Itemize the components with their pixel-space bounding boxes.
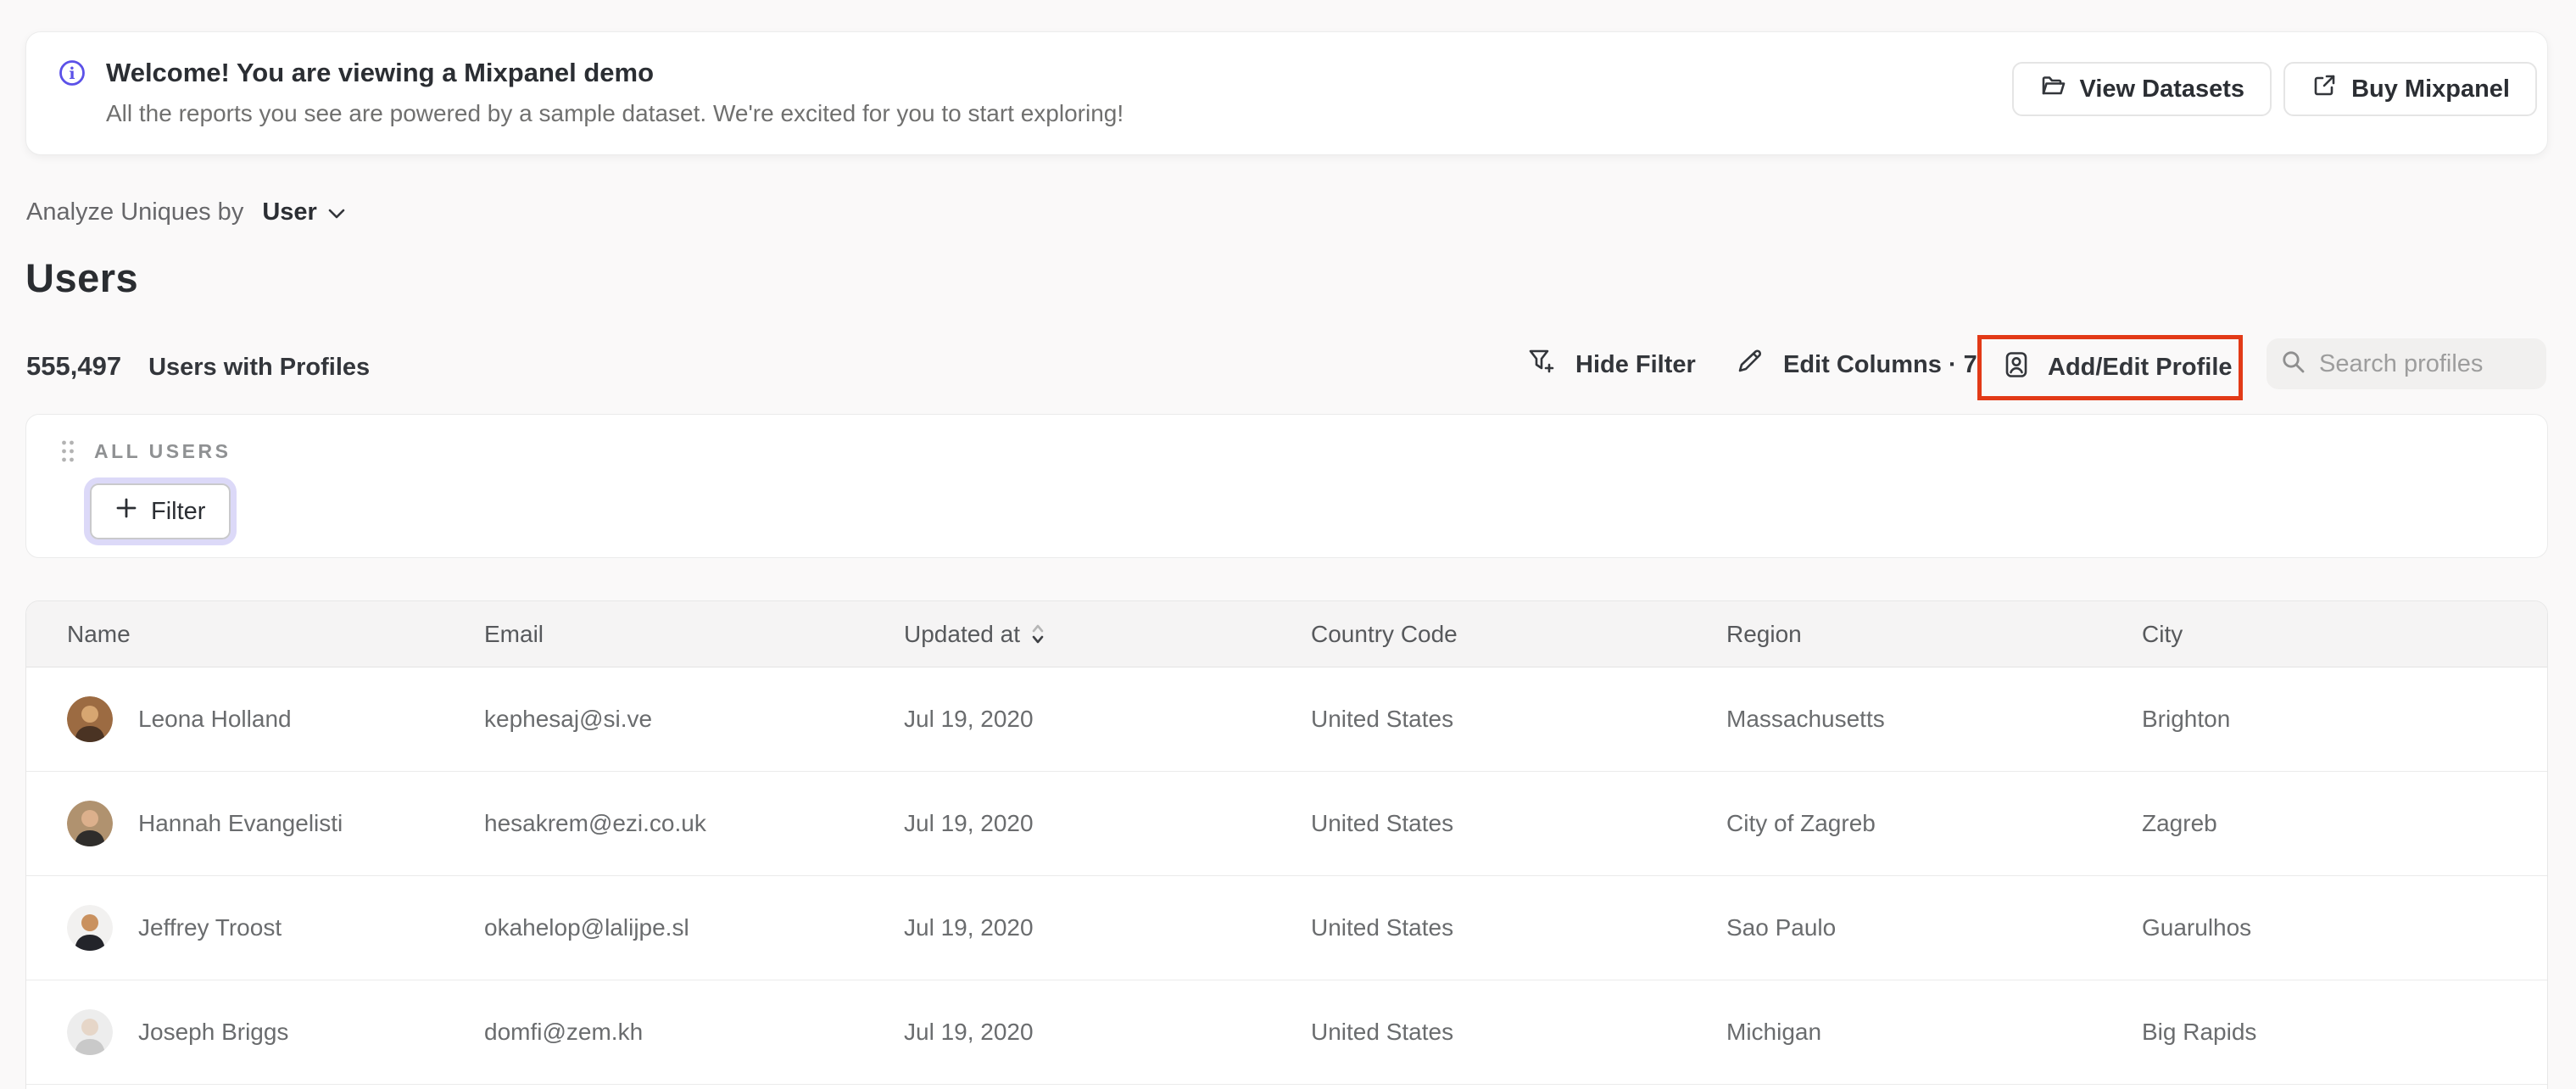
profile-count-label: Users with Profiles <box>148 354 371 381</box>
user-name: Hannah Evangelisti <box>138 810 343 836</box>
add-filter-button[interactable]: Filter <box>90 483 231 539</box>
column-header-name[interactable]: Name <box>26 601 443 667</box>
analyze-by-value: User <box>262 198 317 226</box>
edit-columns-button[interactable]: Edit Columns · 7 <box>1736 338 1977 391</box>
drag-handle-icon[interactable] <box>60 438 75 468</box>
banner-subtitle: All the reports you see are powered by a… <box>106 100 1124 126</box>
user-email: kephesaj@si.ve <box>484 706 653 732</box>
user-region: Michigan <box>1726 1019 1822 1045</box>
user-country: United States <box>1311 706 1454 732</box>
user-updated-at: Jul 19, 2020 <box>904 1019 1034 1045</box>
hide-filter-button[interactable]: Hide Filter <box>1526 338 1696 391</box>
user-city: Zagreb <box>2142 810 2217 836</box>
hide-filter-label: Hide Filter <box>1575 350 1696 378</box>
svg-text:i: i <box>69 64 75 83</box>
avatar <box>67 696 113 742</box>
user-region: Massachusetts <box>1726 706 1885 732</box>
users-table: Name Email Updated at Country Code Regio… <box>25 600 2548 1089</box>
user-updated-at: Jul 19, 2020 <box>904 706 1034 732</box>
user-email: domfi@zem.kh <box>484 1019 644 1045</box>
user-name: Jeffrey Troost <box>138 914 282 941</box>
search-profiles-input[interactable] <box>2319 349 2533 378</box>
folder-icon <box>2039 72 2066 106</box>
column-label: Updated at <box>904 620 1020 647</box>
column-label: Country Code <box>1311 620 1458 647</box>
filter-group-label: ALL USERS <box>94 440 231 462</box>
user-updated-at: Jul 19, 2020 <box>904 810 1034 836</box>
user-email: hesakrem@ezi.co.uk <box>484 810 706 836</box>
avatar <box>67 1009 113 1055</box>
table-row[interactable]: Hannah Evangelisti hesakrem@ezi.co.uk Ju… <box>26 772 2547 876</box>
user-country: United States <box>1311 1019 1454 1045</box>
column-label: Email <box>484 620 544 647</box>
user-city: Big Rapids <box>2142 1019 2257 1045</box>
column-header-region[interactable]: Region <box>1686 601 2101 667</box>
view-datasets-label: View Datasets <box>2079 75 2245 103</box>
user-name-cell: Leona Holland <box>26 696 443 742</box>
column-header-city[interactable]: City <box>2101 601 2547 667</box>
annotation-highlight-red-box: Add/Edit Profile <box>1977 335 2243 400</box>
analyze-uniques-row: Analyze Uniques by User <box>26 198 346 226</box>
user-city: Brighton <box>2142 706 2231 732</box>
user-name-cell: Jeffrey Troost <box>26 905 443 951</box>
add-filter-label: Filter <box>151 497 206 525</box>
plus-icon <box>115 497 137 526</box>
table-row[interactable]: Leona Holland kephesaj@si.ve Jul 19, 202… <box>26 667 2547 772</box>
column-label: Region <box>1726 620 1802 647</box>
table-row-partial <box>26 1085 2547 1089</box>
table-row[interactable]: Jeffrey Troost okahelop@lalijpe.sl Jul 1… <box>26 876 2547 980</box>
users-page: i Welcome! You are viewing a Mixpanel de… <box>0 0 2576 1089</box>
search-profiles-field <box>2267 338 2546 389</box>
user-name-cell: Joseph Briggs <box>26 1009 443 1055</box>
info-icon: i <box>59 59 86 87</box>
add-edit-profile-button[interactable]: Add/Edit Profile <box>2002 350 2233 386</box>
analyze-uniques-label: Analyze Uniques by <box>26 198 244 226</box>
add-edit-profile-label: Add/Edit Profile <box>2048 354 2233 381</box>
filter-panel: ALL USERS Filter <box>25 414 2548 558</box>
table-row[interactable]: Joseph Briggs domfi@zem.kh Jul 19, 2020 … <box>26 980 2547 1085</box>
profile-badge-icon <box>2002 350 2031 386</box>
pencil-icon <box>1736 347 1765 383</box>
buy-mixpanel-label: Buy Mixpanel <box>2351 75 2510 103</box>
edit-columns-label: Edit Columns · 7 <box>1783 350 1977 378</box>
column-header-country-code[interactable]: Country Code <box>1270 601 1686 667</box>
profile-count-value: 555,497 <box>26 351 122 381</box>
user-country: United States <box>1311 810 1454 836</box>
user-name: Leona Holland <box>138 706 292 732</box>
demo-banner: i Welcome! You are viewing a Mixpanel de… <box>25 31 2548 155</box>
column-label: City <box>2142 620 2183 647</box>
page-title: Users <box>25 255 139 300</box>
avatar <box>67 905 113 951</box>
filter-button-focus-ring: Filter <box>84 477 237 545</box>
external-link-icon <box>2311 72 2338 106</box>
user-region: City of Zagreb <box>1726 810 1876 836</box>
banner-actions: View Datasets Buy Mixpanel <box>2011 62 2537 116</box>
column-header-updated-at[interactable]: Updated at <box>863 601 1270 667</box>
user-city: Guarulhos <box>2142 914 2252 941</box>
search-icon <box>2280 349 2307 380</box>
view-datasets-button[interactable]: View Datasets <box>2011 62 2272 116</box>
user-name-cell: Hannah Evangelisti <box>26 801 443 846</box>
user-name: Joseph Briggs <box>138 1019 289 1045</box>
sort-icon[interactable] <box>1030 622 1045 647</box>
filter-funnel-plus-icon <box>1526 346 1557 383</box>
analyze-by-dropdown[interactable]: User <box>262 198 346 226</box>
buy-mixpanel-button[interactable]: Buy Mixpanel <box>2283 62 2537 116</box>
column-label: Name <box>67 620 131 647</box>
avatar <box>67 801 113 846</box>
chevron-down-icon <box>327 198 346 226</box>
banner-title: Welcome! You are viewing a Mixpanel demo <box>106 58 655 87</box>
profile-count: 555,497 Users with Profiles <box>26 351 370 382</box>
table-header: Name Email Updated at Country Code Regio… <box>26 601 2547 667</box>
user-email: okahelop@lalijpe.sl <box>484 914 689 941</box>
user-region: Sao Paulo <box>1726 914 1837 941</box>
user-country: United States <box>1311 914 1454 941</box>
user-updated-at: Jul 19, 2020 <box>904 914 1034 941</box>
column-header-email[interactable]: Email <box>443 601 863 667</box>
